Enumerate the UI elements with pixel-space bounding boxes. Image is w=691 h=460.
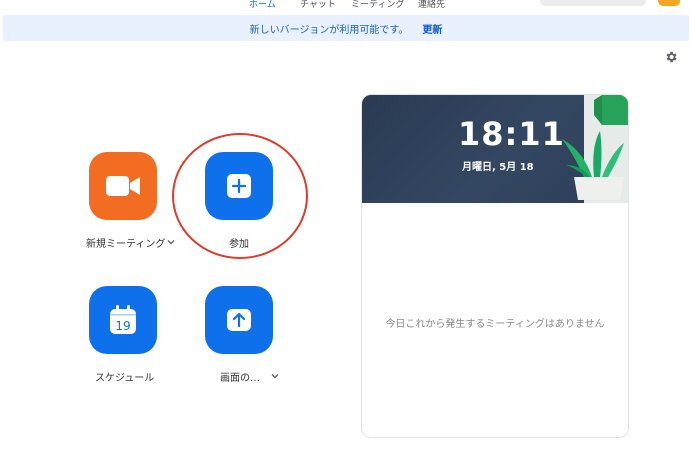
update-link[interactable]: 更新 bbox=[422, 21, 442, 36]
nav-tab-meetings[interactable]: ミーティング bbox=[351, 0, 404, 10]
new-meeting-label: 新規ミーティング bbox=[86, 239, 166, 250]
new-meeting-button[interactable] bbox=[89, 152, 157, 220]
top-nav: ホーム チャット ミーティング 連絡先 bbox=[0, 0, 691, 14]
video-camera-icon bbox=[106, 176, 140, 196]
calendar-icon: 19 bbox=[110, 305, 136, 334]
share-arrow-icon bbox=[227, 309, 251, 331]
share-screen-label: 画面の… bbox=[220, 373, 260, 384]
schedule-button[interactable]: 19 bbox=[89, 286, 157, 354]
highlight-circle bbox=[172, 133, 308, 259]
calendar-day: 19 bbox=[115, 319, 130, 333]
upcoming-meetings-panel: 18:11 月曜日, 5月 18 今日これから発生するミーティングはありません bbox=[361, 94, 629, 438]
no-meetings-message: 今日これから発生するミーティングはありません bbox=[385, 319, 605, 330]
avatar[interactable] bbox=[658, 0, 680, 6]
clock-header: 18:11 月曜日, 5月 18 bbox=[362, 95, 628, 203]
update-message: 新しいバージョンが利用可能です。 bbox=[249, 24, 409, 36]
current-date: 月曜日, 5月 18 bbox=[462, 162, 534, 173]
chevron-down-icon[interactable] bbox=[166, 237, 176, 247]
chevron-down-icon[interactable] bbox=[270, 371, 280, 381]
schedule-label: スケジュール bbox=[95, 373, 155, 384]
nav-tab-home[interactable]: ホーム bbox=[249, 0, 276, 10]
nav-tab-chat[interactable]: チャット bbox=[300, 0, 336, 10]
search-input[interactable] bbox=[540, 0, 646, 6]
gear-icon[interactable] bbox=[664, 50, 678, 64]
update-banner: 新しいバージョンが利用可能です。 更新 bbox=[3, 15, 689, 41]
nav-tab-contacts[interactable]: 連絡先 bbox=[418, 0, 445, 10]
current-time: 18:11 bbox=[458, 115, 565, 153]
share-screen-button[interactable] bbox=[205, 286, 273, 354]
